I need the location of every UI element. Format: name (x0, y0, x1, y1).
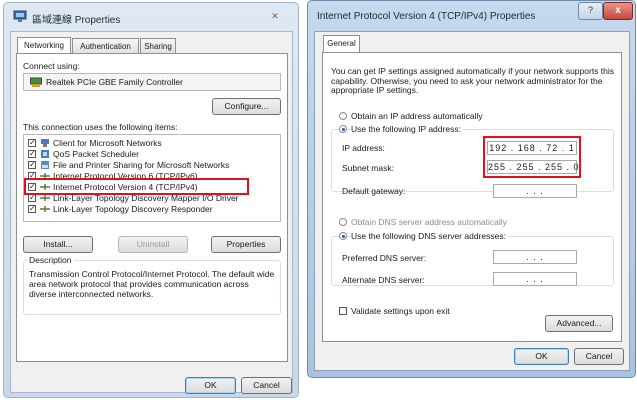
ip-address-label: IP address: (342, 143, 385, 153)
general-panel: You can get IP settings assigned automat… (322, 52, 622, 342)
install-button[interactable]: Install... (23, 236, 93, 253)
use-static-ip-radio[interactable] (339, 125, 347, 133)
networking-panel: Connect using: Realtek PCIe GBE Family C… (16, 53, 288, 362)
ok-button[interactable]: OK (514, 348, 569, 365)
items-label: This connection uses the following items… (23, 122, 178, 132)
use-static-dns-label[interactable]: Use the following DNS server addresses: (351, 231, 508, 241)
alternate-dns-label: Alternate DNS server: (342, 275, 425, 285)
checkbox[interactable]: ✓ (28, 172, 36, 180)
checkbox[interactable]: ✓ (28, 139, 36, 147)
connect-using-label: Connect using: (23, 61, 80, 71)
obtain-ip-auto-radio[interactable] (339, 112, 347, 120)
list-item[interactable]: ✓ Internet Protocol Version 4 (TCP/IPv4) (24, 182, 280, 192)
components-list[interactable]: ✓ Client for Microsoft Networks ✓ QoS Pa… (23, 134, 281, 222)
item-label: QoS Packet Scheduler (53, 149, 139, 159)
tab-authentication[interactable]: Authentication (72, 38, 139, 53)
tab-sharing[interactable]: Sharing (140, 38, 176, 53)
dialog-body: Networking Authentication Sharing Connec… (10, 31, 293, 394)
protocol-icon (40, 194, 50, 204)
intro-text: You can get IP settings assigned automat… (331, 66, 615, 95)
obtain-dns-auto-radio[interactable] (339, 218, 347, 226)
use-static-ip-label[interactable]: Use the following IP address: (351, 124, 463, 134)
validate-label[interactable]: Validate settings upon exit (351, 306, 450, 316)
window-title: Internet Protocol Version 4 (TCP/IPv4) P… (317, 11, 536, 22)
alternate-dns-field[interactable]: . . . (493, 272, 577, 286)
help-icon: ? (587, 5, 593, 15)
title-bar[interactable]: Internet Protocol Version 4 (TCP/IPv4) P… (308, 1, 635, 29)
network-card-icon (30, 77, 42, 90)
validate-checkbox[interactable] (339, 307, 347, 315)
list-item[interactable]: ✓ QoS Packet Scheduler (24, 149, 280, 159)
use-static-dns-radio[interactable] (339, 232, 347, 240)
help-button[interactable]: ? (578, 2, 603, 20)
checkbox[interactable]: ✓ (28, 150, 36, 158)
description-label: Description (27, 255, 74, 265)
preferred-dns-field[interactable]: . . . (493, 250, 577, 264)
list-item[interactable]: ✓ Link-Layer Topology Discovery Responde… (24, 204, 280, 214)
tab-networking[interactable]: Networking (17, 37, 71, 54)
checkbox[interactable]: ✓ (28, 183, 36, 191)
obtain-dns-auto-label[interactable]: Obtain DNS server address automatically (351, 217, 507, 227)
checkbox[interactable]: ✓ (28, 205, 36, 213)
item-label: Link-Layer Topology Discovery Mapper I/O… (53, 193, 239, 203)
dialog-body: General You can get IP settings assigned… (314, 31, 630, 371)
checkbox[interactable]: ✓ (28, 161, 36, 169)
checkbox[interactable]: ✓ (28, 194, 36, 202)
uninstall-button[interactable]: Uninstall (118, 236, 188, 253)
subnet-mask-label: Subnet mask: (342, 163, 394, 173)
description-text: Transmission Control Protocol/Internet P… (29, 269, 275, 299)
adapter-box: Realtek PCIe GBE Family Controller (23, 73, 281, 91)
item-label: Internet Protocol Version 6 (TCP/IPv6) (53, 171, 198, 181)
close-button[interactable]: x (603, 2, 633, 20)
cancel-button[interactable]: Cancel (574, 348, 624, 365)
list-item[interactable]: ✓ Client for Microsoft Networks (24, 138, 280, 148)
network-adapter-icon (13, 10, 27, 26)
protocol-icon (40, 205, 50, 215)
list-item[interactable]: ✓ Internet Protocol Version 6 (TCP/IPv6) (24, 171, 280, 181)
adapter-name: Realtek PCIe GBE Family Controller (46, 77, 183, 87)
ok-button[interactable]: OK (185, 377, 236, 394)
item-label: Internet Protocol Version 4 (TCP/IPv4) (53, 182, 198, 192)
close-icon[interactable]: ✕ (264, 9, 286, 23)
subnet-mask-field[interactable]: 255 . 255 . 255 . 0 (487, 160, 579, 174)
default-gateway-field[interactable]: . . . (493, 184, 577, 198)
protocol-icon (40, 183, 50, 193)
tab-general[interactable]: General (323, 35, 360, 52)
advanced-button[interactable]: Advanced... (545, 315, 613, 332)
protocol-icon (40, 172, 50, 182)
configure-button[interactable]: Configure... (212, 98, 281, 115)
item-label: Link-Layer Topology Discovery Responder (53, 204, 213, 214)
window-title: 區域連線 Properties (32, 15, 121, 26)
ipv4-properties-window: Internet Protocol Version 4 (TCP/IPv4) P… (307, 0, 636, 378)
connection-properties-window: 區域連線 Properties ✕ Networking Authenticat… (3, 2, 299, 398)
close-icon: x (615, 5, 621, 16)
ip-address-field[interactable]: 192 . 168 . 72 . 1 (487, 141, 577, 155)
item-label: Client for Microsoft Networks (53, 138, 162, 148)
default-gateway-label: Default gateway: (342, 186, 406, 196)
list-item[interactable]: ✓ Link-Layer Topology Discovery Mapper I… (24, 193, 280, 203)
obtain-ip-auto-label[interactable]: Obtain an IP address automatically (351, 111, 483, 121)
cancel-button[interactable]: Cancel (241, 377, 292, 394)
list-item[interactable]: ✓ File and Printer Sharing for Microsoft… (24, 160, 280, 170)
properties-button[interactable]: Properties (211, 236, 281, 253)
preferred-dns-label: Preferred DNS server: (342, 253, 427, 263)
title-bar[interactable]: 區域連線 Properties ✕ (4, 3, 298, 31)
item-label: File and Printer Sharing for Microsoft N… (53, 160, 230, 170)
